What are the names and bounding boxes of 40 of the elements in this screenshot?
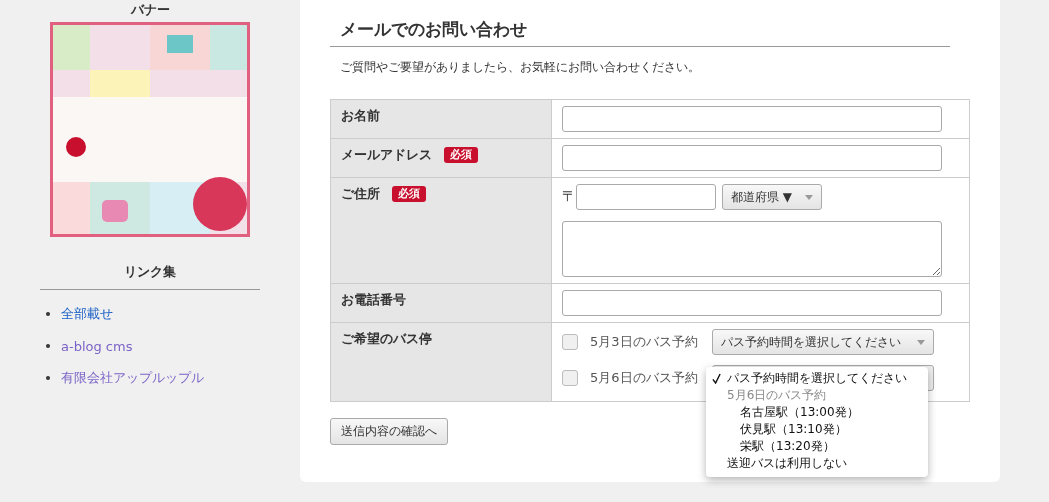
dropdown-arrow-icon [805,194,813,200]
menu-option[interactable]: 名古屋駅（13:00発） [706,404,928,421]
sidebar-heading: バナー [130,1,170,19]
address-field[interactable] [562,221,942,277]
option-text: 伏見駅（13:10発） [740,422,847,436]
menu-option[interactable]: 伏見駅（13:10発） [706,421,928,438]
checkbox-label: 5月6日のバス予約 [590,369,698,387]
field-label: お電話番号 [341,292,406,307]
postal-code-field[interactable] [576,184,716,210]
intro-text: ご質問やご要望がありましたら、お気軽にお問い合わせください。 [340,59,701,76]
sidebar-heading: リンク集 [40,263,260,290]
sidebar-link[interactable]: 全部載せ [61,305,113,323]
page-title: メールでのお問い合わせ [330,18,950,47]
checkbox[interactable] [562,334,578,350]
required-badge: 必須 [444,147,478,163]
time-select[interactable]: パス予約時間を選択してください [711,329,934,355]
option-text: 栄駅（13:20発） [740,439,835,453]
input-field[interactable] [562,290,942,316]
sidebar-link[interactable]: a-blog cms [61,338,133,354]
option-text: パス予約時間を選択してください [727,371,907,385]
checkbox[interactable] [562,370,578,386]
field-label: ご希望のバス停 [341,331,432,346]
input-field[interactable] [562,106,942,132]
menu-option[interactable]: 栄駅（13:20発） [706,438,928,455]
menu-option[interactable]: パス予約時間を選択してください [706,370,928,387]
checkbox-label: 5月3日のバス予約 [590,333,698,351]
prefecture-select[interactable]: 都道府県 ▼ [722,184,822,210]
menu-option[interactable]: 送迎バスは利用しない [706,455,928,472]
option-text: 送迎バスは利用しない [727,456,847,470]
field-label: お名前 [341,108,380,123]
field-label: メールアドレス [341,147,432,162]
required-badge: 必須 [392,186,426,202]
zip-mark: 〒 [562,188,576,206]
sidebar-link[interactable]: 有限会社アップルップル [61,369,204,387]
dropdown-arrow-icon [916,339,925,345]
input-field[interactable] [562,145,942,171]
option-text: 名古屋駅（13:00発） [740,405,859,419]
confirm-button[interactable]: 送信内容の確認へ [330,418,448,445]
field-label: ご住所 [341,186,380,201]
option-group-label: 5月6日のバス予約 [726,387,828,404]
